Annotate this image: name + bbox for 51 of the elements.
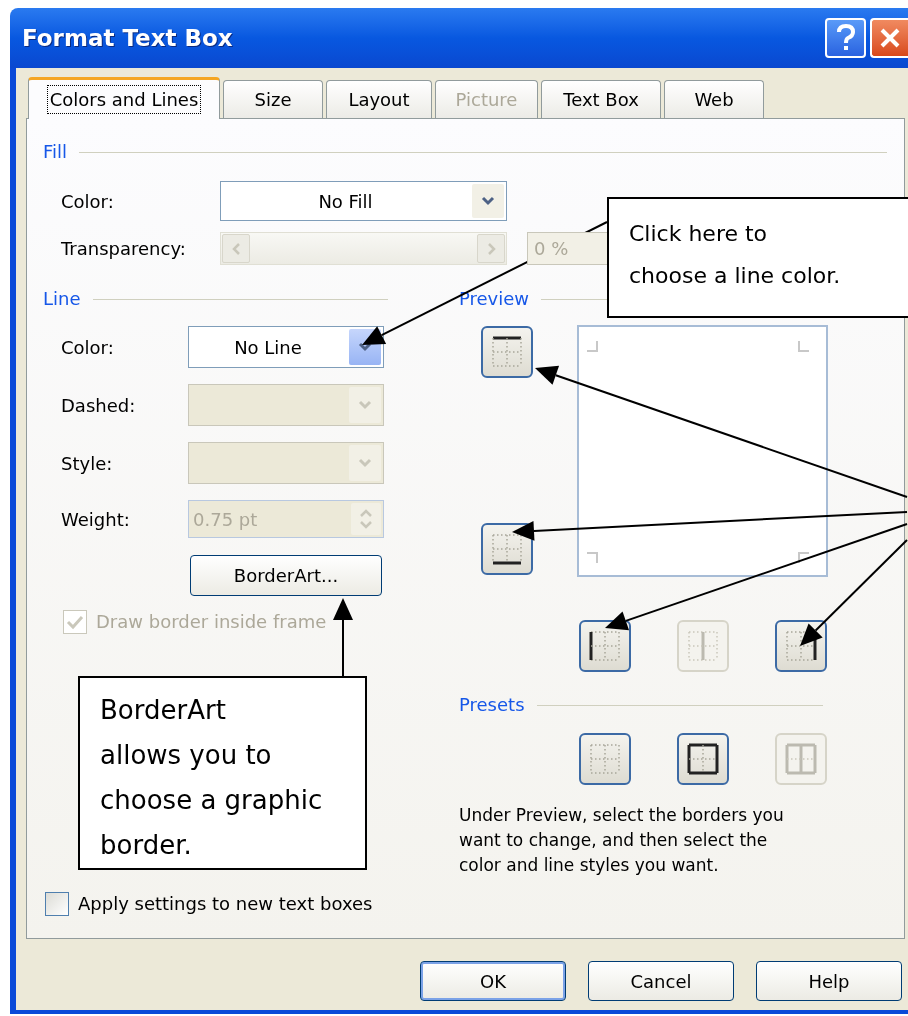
close-icon (879, 27, 901, 49)
preset-button[interactable] (677, 733, 729, 785)
window-title: Format Text Box (22, 23, 234, 53)
dropdown-field[interactable]: No Fill (220, 181, 507, 221)
chevron-down-icon (358, 458, 372, 468)
chevron-down-icon (481, 196, 495, 206)
chevron-down-icon (358, 400, 372, 410)
borderart-button[interactable]: BorderArt... (190, 555, 382, 596)
border-grid-icon (490, 532, 524, 566)
border-grid-icon (784, 629, 818, 663)
close-button[interactable] (870, 18, 908, 58)
border-grid-icon (686, 742, 720, 776)
field-label: Style: (61, 451, 114, 476)
tab[interactable]: Text Box (541, 80, 661, 118)
field-label: Color: (61, 189, 115, 214)
field-label: Weight: (61, 507, 131, 532)
dropdown-field[interactable]: No Line (188, 326, 384, 368)
checkbox[interactable] (45, 891, 69, 916)
border-toggle-button[interactable] (481, 326, 533, 378)
border-grid-icon (686, 629, 720, 663)
border-grid-icon (588, 629, 622, 663)
dialog-button[interactable]: OK (420, 961, 566, 1001)
border-toggle-button[interactable] (775, 620, 827, 672)
callout-text: Click here to choose a line color. (629, 220, 842, 290)
dialog-button[interactable]: Help (756, 961, 902, 1001)
callout-text: BorderArt allows you to choose a graphic border. (100, 694, 324, 862)
section-heading: Line (43, 290, 81, 308)
border-grid-icon (784, 742, 818, 776)
checkbox-label: Apply settings to new text boxes (78, 892, 373, 916)
section-heading: Preview (459, 290, 530, 308)
section-heading: Fill (43, 143, 68, 161)
up-down-arrows-icon (359, 507, 373, 531)
field-label: Dashed: (61, 393, 137, 418)
checkmark-icon (66, 613, 84, 630)
tab[interactable]: Layout (326, 80, 432, 118)
section-heading: Presets (459, 696, 525, 714)
border-grid-icon (490, 335, 524, 369)
tab[interactable]: Size (223, 80, 323, 118)
tab[interactable]: Web (664, 80, 764, 118)
instructions-text: Under Preview, select the borders you want to change, and then select the color and line styles you want. (459, 804, 785, 877)
help-button[interactable] (825, 18, 866, 58)
border-grid-icon (588, 742, 622, 776)
tab[interactable]: Colors and Lines (28, 77, 220, 119)
border-toggle-button[interactable] (579, 620, 631, 672)
checkbox-label: Draw border inside frame (96, 610, 327, 634)
field-label: Color: (61, 335, 115, 360)
chevron-down-icon (358, 342, 372, 352)
dialog-button[interactable]: Cancel (588, 961, 734, 1001)
field-label: Transparency: (61, 237, 187, 261)
border-toggle-button[interactable] (481, 523, 533, 575)
help-icon (835, 24, 856, 52)
